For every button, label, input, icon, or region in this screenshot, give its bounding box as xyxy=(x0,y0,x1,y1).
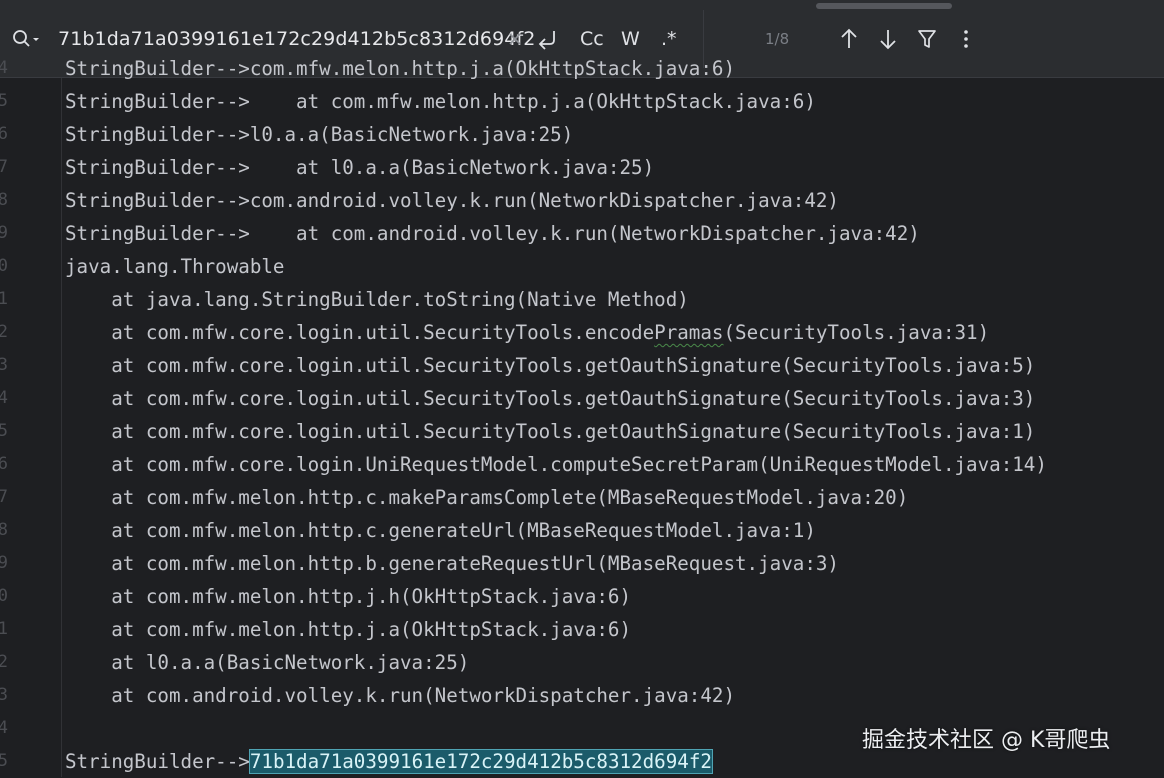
code-text[interactable]: StringBuilder-->71b1da71a0399161e172c29d… xyxy=(65,745,713,778)
code-text[interactable]: at java.lang.StringBuilder.toString(Nati… xyxy=(65,283,689,316)
line-number: 9 xyxy=(0,223,8,243)
code-text[interactable]: java.lang.Throwable xyxy=(65,250,285,283)
code-text[interactable]: at com.mfw.core.login.util.SecurityTools… xyxy=(65,316,989,349)
line-number: 6 xyxy=(0,454,8,474)
line-number: 5 xyxy=(0,751,8,771)
code-line[interactable]: 3 at com.mfw.core.login.util.SecurityToo… xyxy=(0,349,1164,382)
clear-icon[interactable] xyxy=(507,22,523,56)
code-line[interactable]: 1 at java.lang.StringBuilder.toString(Na… xyxy=(0,283,1164,316)
match-case-toggle[interactable]: Cc xyxy=(580,22,604,56)
code-text[interactable]: at com.mfw.melon.http.j.h(OkHttpStack.ja… xyxy=(65,580,631,613)
line-number: 7 xyxy=(0,157,8,177)
line-number: 2 xyxy=(0,652,8,672)
code-text[interactable]: StringBuilder-->com.android.volley.k.run… xyxy=(65,184,839,217)
code-line[interactable]: 8 at com.mfw.melon.http.c.generateUrl(MB… xyxy=(0,514,1164,547)
search-input[interactable]: 71b1da71a0399161e172c29d412b5c8312d694f2 xyxy=(58,22,535,56)
code-text[interactable]: at com.mfw.melon.http.c.makeParamsComple… xyxy=(65,481,908,514)
line-number: 4 xyxy=(0,58,8,78)
line-number: 0 xyxy=(0,256,8,276)
code-line[interactable]: 6 at com.mfw.core.login.UniRequestModel.… xyxy=(0,448,1164,481)
code-text[interactable]: at com.android.volley.k.run(NetworkDispa… xyxy=(65,679,735,712)
code-line[interactable]: 5 at com.mfw.core.login.util.SecurityToo… xyxy=(0,415,1164,448)
line-number: 5 xyxy=(0,421,8,441)
code-text[interactable]: StringBuilder--> at com.android.volley.k… xyxy=(65,217,920,250)
line-number: 0 xyxy=(0,586,8,606)
line-number: 6 xyxy=(0,124,8,144)
code-line[interactable]: 0 java.lang.Throwable xyxy=(0,250,1164,283)
code-line[interactable]: 4 at com.mfw.core.login.util.SecurityToo… xyxy=(0,382,1164,415)
code-line[interactable]: 6 StringBuilder-->l0.a.a(BasicNetwork.ja… xyxy=(0,118,1164,151)
code-line[interactable]: 2 at l0.a.a(BasicNetwork.java:25) xyxy=(0,646,1164,679)
code-text[interactable]: at com.mfw.core.login.UniRequestModel.co… xyxy=(65,448,1047,481)
code-line[interactable]: 7 at com.mfw.melon.http.c.makeParamsComp… xyxy=(0,481,1164,514)
line-number: 7 xyxy=(0,487,8,507)
line-number: 1 xyxy=(0,289,8,309)
code-text[interactable]: at com.mfw.melon.http.c.generateUrl(MBas… xyxy=(65,514,816,547)
code-text[interactable]: at com.mfw.core.login.util.SecurityTools… xyxy=(65,349,1035,382)
editor-area[interactable]: 4 StringBuilder-->com.mfw.melon.http.j.a… xyxy=(0,57,1164,778)
code-line[interactable]: 0 at com.mfw.melon.http.j.h(OkHttpStack.… xyxy=(0,580,1164,613)
code-line[interactable]: 5 StringBuilder--> at com.mfw.melon.http… xyxy=(0,85,1164,118)
search-icon[interactable] xyxy=(11,22,41,56)
code-line[interactable]: 4 StringBuilder-->com.mfw.melon.http.j.a… xyxy=(0,52,1164,85)
watermark-text: 掘金技术社区 @ K哥爬虫 xyxy=(862,728,1111,753)
arrow-down-icon[interactable] xyxy=(877,22,899,56)
line-number: 5 xyxy=(0,91,8,111)
line-number: 3 xyxy=(0,355,8,375)
code-text[interactable]: at com.mfw.core.login.util.SecurityTools… xyxy=(65,415,1035,448)
code-text[interactable]: StringBuilder--> at com.mfw.melon.http.j… xyxy=(65,85,816,118)
more-icon[interactable] xyxy=(956,22,976,56)
code-text[interactable]: StringBuilder--> at l0.a.a(BasicNetwork.… xyxy=(65,151,654,184)
spelling-typo: Pramas xyxy=(654,321,724,344)
line-number: 9 xyxy=(0,553,8,573)
code-line[interactable]: 7 StringBuilder--> at l0.a.a(BasicNetwor… xyxy=(0,151,1164,184)
horizontal-scrollbar[interactable] xyxy=(816,3,952,9)
code-line[interactable]: 9 at com.mfw.melon.http.b.generateReques… xyxy=(0,547,1164,580)
line-number: 8 xyxy=(0,520,8,540)
line-number: 1 xyxy=(0,619,8,639)
code-text[interactable]: at com.mfw.core.login.util.SecurityTools… xyxy=(65,382,1035,415)
code-line[interactable]: 3 at com.android.volley.k.run(NetworkDis… xyxy=(0,679,1164,712)
line-number: 4 xyxy=(0,718,8,738)
line-number: 4 xyxy=(0,388,8,408)
code-text[interactable]: at l0.a.a(BasicNetwork.java:25) xyxy=(65,646,469,679)
line-number: 2 xyxy=(0,322,8,342)
code-line[interactable]: 8 StringBuilder-->com.android.volley.k.r… xyxy=(0,184,1164,217)
newline-icon[interactable] xyxy=(536,22,560,56)
arrow-up-icon[interactable] xyxy=(838,22,860,56)
code-text[interactable]: at com.mfw.melon.http.b.generateRequestU… xyxy=(65,547,839,580)
code-text[interactable]: StringBuilder-->com.mfw.melon.http.j.a(O… xyxy=(65,52,735,85)
code-line[interactable]: 2 at com.mfw.core.login.util.SecurityToo… xyxy=(0,316,1164,349)
line-number: 8 xyxy=(0,190,8,210)
code-line[interactable]: 9 StringBuilder--> at com.android.volley… xyxy=(0,217,1164,250)
regex-toggle[interactable]: .* xyxy=(661,22,677,56)
whole-words-toggle[interactable]: W xyxy=(621,22,640,56)
code-line[interactable]: 1 at com.mfw.melon.http.j.a(OkHttpStack.… xyxy=(0,613,1164,646)
search-match-highlight[interactable]: 71b1da71a0399161e172c29d412b5c8312d694f2 xyxy=(248,749,713,774)
match-counter: 1/8 xyxy=(765,30,790,48)
code-text[interactable]: at com.mfw.melon.http.j.a(OkHttpStack.ja… xyxy=(65,613,631,646)
filter-icon[interactable] xyxy=(916,22,938,56)
line-number: 3 xyxy=(0,685,8,705)
code-text[interactable]: StringBuilder-->l0.a.a(BasicNetwork.java… xyxy=(65,118,573,151)
